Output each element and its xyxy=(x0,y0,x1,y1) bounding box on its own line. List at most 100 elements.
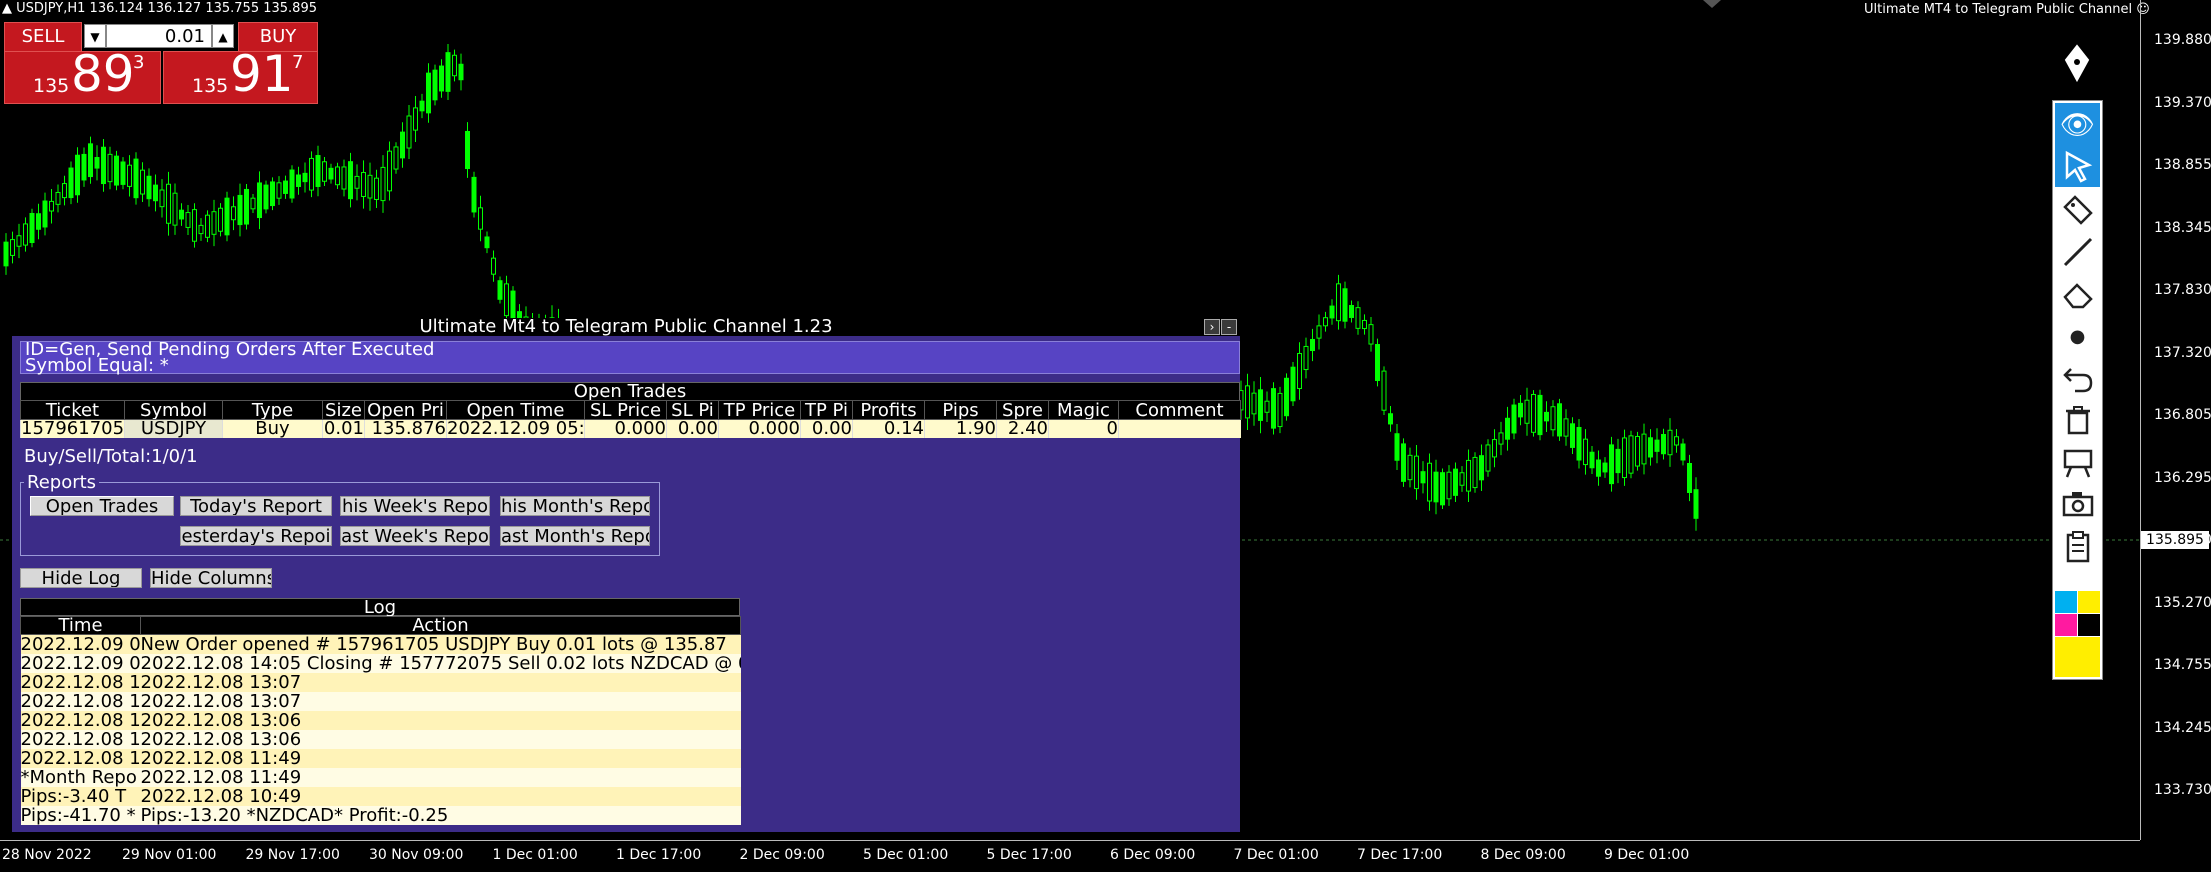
candle xyxy=(419,93,425,119)
candle xyxy=(1329,299,1335,325)
yesterday-report-button[interactable]: esterday's Repoi xyxy=(180,526,332,546)
eye-icon[interactable]: 👁 xyxy=(2055,103,2100,145)
candle xyxy=(1667,418,1673,467)
last-month-report-button[interactable]: ast Month's Repo xyxy=(500,526,650,546)
cursor-icon[interactable] xyxy=(2055,145,2100,187)
candle xyxy=(1693,477,1699,531)
price-tick-label: 136.295 xyxy=(2154,469,2211,486)
table-row[interactable]: 157961705 USDJPY Buy 0.01 135.876 2022.12.09 … xyxy=(20,419,1241,438)
candle xyxy=(159,179,165,218)
trade-cell: 1.90 xyxy=(924,419,997,438)
expand-panel-button[interactable]: › xyxy=(1204,319,1220,335)
scroll-shift-marker[interactable] xyxy=(1703,0,1721,8)
candle xyxy=(471,171,477,218)
candle xyxy=(68,161,74,205)
candle xyxy=(75,147,80,203)
candle xyxy=(1589,446,1595,474)
trade-cell: USDJPY xyxy=(124,419,223,438)
price-tick-label: 137.830 xyxy=(2154,282,2211,298)
candle xyxy=(1349,300,1354,323)
candle xyxy=(1459,466,1465,492)
open-trades-report-button[interactable]: Open Trades xyxy=(30,496,174,516)
sell-price-small: 135 xyxy=(33,75,70,97)
candle xyxy=(1622,429,1627,486)
candle xyxy=(198,218,204,241)
log-action-cell: 2022.12.08 10:49 xyxy=(140,787,741,806)
hide-log-button[interactable]: Hide Log xyxy=(20,568,142,588)
one-click-trading-panel: SELL ▼ 0.01 ▲ BUY 135 89 3 135 91 7 xyxy=(4,22,318,106)
log-row: 2022.12.08 1 2022.12.08 11:49 xyxy=(20,749,741,768)
candle xyxy=(1550,400,1556,437)
candle xyxy=(185,205,191,235)
candle xyxy=(224,191,230,242)
candle xyxy=(400,122,405,168)
trade-col-tp-pi: TP Pi xyxy=(800,400,853,420)
trade-cell: 0.01 xyxy=(322,419,365,438)
candle xyxy=(42,192,48,236)
todays-report-button[interactable]: Today's Report xyxy=(180,496,332,516)
minimize-panel-button[interactable]: - xyxy=(1221,319,1237,335)
candle xyxy=(328,163,334,184)
candle xyxy=(283,175,288,199)
candle xyxy=(1563,409,1569,446)
trade-cell: Buy xyxy=(222,419,323,438)
candle xyxy=(1284,373,1289,421)
candle xyxy=(1472,452,1478,493)
dot-icon[interactable]: ● xyxy=(2055,315,2100,357)
ea-panel-title[interactable]: Ultimate Mt4 to Telegram Public Channel … xyxy=(12,318,1240,336)
this-week-report-button[interactable]: his Week's Repo xyxy=(340,496,490,516)
log-time-cell: Pips:-3.40 T xyxy=(20,787,141,806)
candle xyxy=(1674,428,1679,453)
candle xyxy=(276,176,282,205)
candle xyxy=(1440,468,1445,510)
candle xyxy=(1271,382,1276,435)
candle xyxy=(1680,438,1686,466)
candle xyxy=(1492,429,1497,468)
candle xyxy=(244,183,249,230)
time-tick-label: 5 Dec 17:00 xyxy=(986,847,1072,863)
candle xyxy=(1290,361,1296,407)
candle xyxy=(1368,316,1374,352)
price-tick-label: 134.245 xyxy=(2154,719,2211,736)
camera-icon[interactable] xyxy=(2055,483,2100,525)
pen-icon[interactable] xyxy=(2062,44,2092,84)
candle xyxy=(237,183,243,237)
log-row: Pips:-41.70 * Pips:-13.20 *NZDCAD* Profit… xyxy=(20,806,741,825)
candle xyxy=(1446,465,1452,506)
time-tick-label: 7 Dec 01:00 xyxy=(1233,847,1319,863)
buy-price-box[interactable]: 135 91 7 xyxy=(163,45,318,104)
candle xyxy=(205,210,210,243)
trade-col-comment: Comment xyxy=(1118,400,1241,420)
candle xyxy=(491,250,496,282)
line-icon[interactable] xyxy=(2055,231,2100,273)
sell-price-box[interactable]: 135 89 3 xyxy=(4,45,161,104)
undo-icon[interactable] xyxy=(2055,357,2100,399)
candle xyxy=(1388,405,1393,432)
eraser-icon[interactable] xyxy=(2055,273,2100,315)
time-tick-label: 5 Dec 01:00 xyxy=(863,847,949,863)
trade-cell: 0.000 xyxy=(718,419,801,438)
projector-icon[interactable] xyxy=(2055,441,2100,483)
tag-icon[interactable] xyxy=(2055,189,2100,231)
clipboard-icon[interactable] xyxy=(2055,525,2100,567)
hide-columns-button[interactable]: Hide Columns xyxy=(150,568,272,588)
candle xyxy=(478,195,483,242)
candle xyxy=(484,231,490,254)
last-week-report-button[interactable]: ast Week's Repo xyxy=(340,526,490,546)
candle xyxy=(1251,381,1257,426)
candle xyxy=(1557,398,1562,441)
color-palette-icon[interactable] xyxy=(2055,591,2100,677)
candle xyxy=(94,145,100,181)
trash-icon[interactable] xyxy=(2055,399,2100,441)
log-time-cell: 2022.12.09 0 xyxy=(20,634,141,654)
log-action-cell: New Order opened # 157961705 USDJPY Buy … xyxy=(140,634,741,654)
log-action-cell: 2022.12.08 11:49 xyxy=(140,768,741,787)
log-action-cell: 2022.12.08 13:07 xyxy=(140,673,741,692)
open-trades-caption: Open Trades xyxy=(20,382,1240,402)
this-month-report-button[interactable]: his Month's Repo xyxy=(500,496,650,516)
buy-price-sup: 7 xyxy=(292,52,304,73)
log-time-cell: 2022.12.08 1 xyxy=(20,711,141,730)
candle xyxy=(231,196,236,231)
candle xyxy=(1628,430,1634,479)
candle xyxy=(1505,406,1510,451)
